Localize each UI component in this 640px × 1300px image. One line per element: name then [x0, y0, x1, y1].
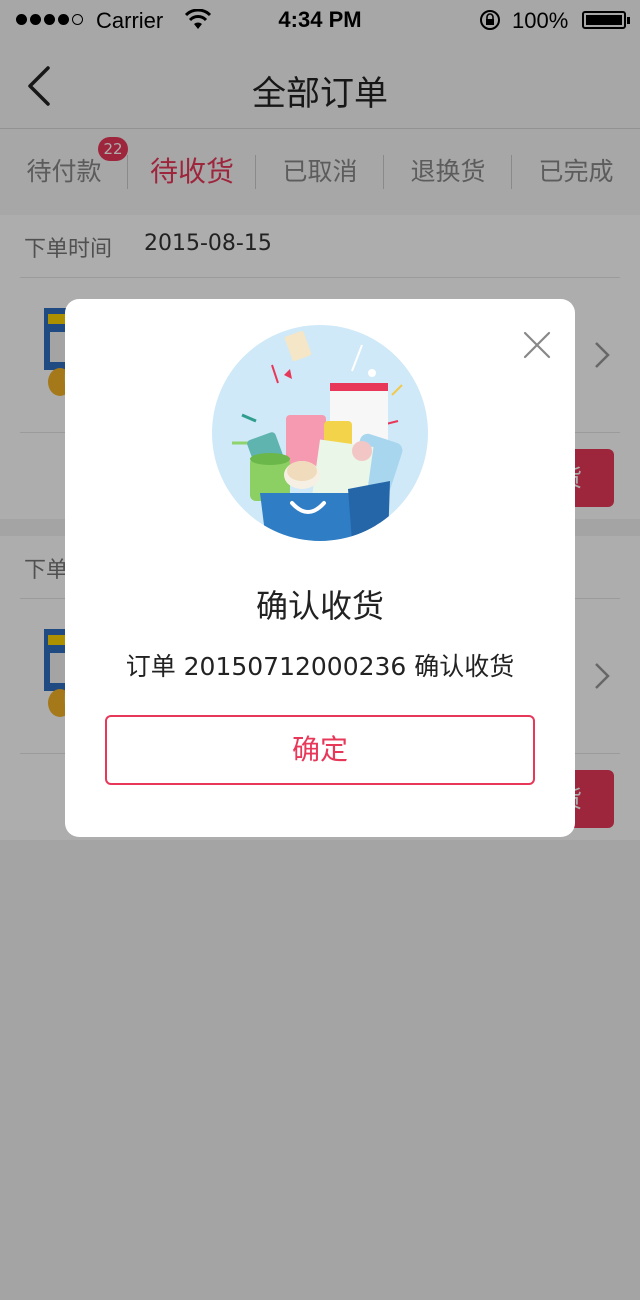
shopping-bag-illustration	[212, 325, 428, 541]
ok-button[interactable]: 确定	[105, 715, 535, 785]
dialog-title: 确认收货	[255, 587, 384, 625]
close-icon[interactable]	[521, 329, 553, 361]
confirm-receipt-dialog: 确认收货 订单 20150712000236 确认收货 确定	[65, 299, 575, 837]
dialog-message: 订单 20150712000236 确认收货	[125, 652, 515, 681]
